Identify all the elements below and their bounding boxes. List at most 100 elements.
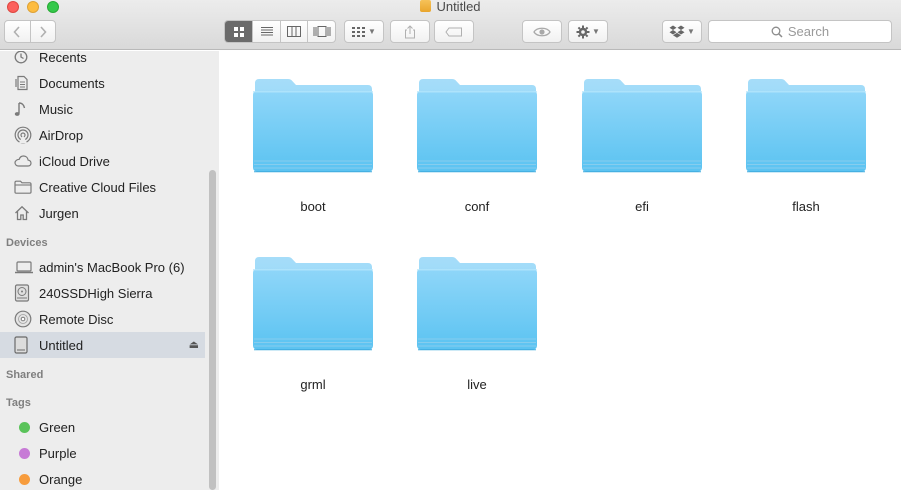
back-button[interactable] [5, 21, 30, 42]
navigation-buttons [4, 20, 56, 43]
sidebar-item-jurgen[interactable]: Jurgen [0, 200, 205, 226]
gallery-view-icon [313, 26, 331, 37]
sidebar-item-label: Documents [39, 75, 105, 91]
folder-item-flash[interactable]: flash [736, 77, 876, 214]
sidebar-item-label: AirDrop [39, 127, 84, 143]
tags-button[interactable] [434, 20, 474, 43]
folder-item-boot[interactable]: boot [243, 77, 383, 214]
tag-icon [445, 27, 462, 36]
sidebar-item-remote-disc[interactable]: Remote Disc [0, 306, 205, 332]
sidebar-item-label: Recents [39, 51, 87, 65]
purple-tag-dot-icon [14, 444, 34, 462]
sidebar-item-label: Green [39, 419, 76, 435]
folder-item-conf[interactable]: conf [407, 77, 547, 214]
gallery-view-button[interactable] [307, 21, 335, 42]
icon-view-button[interactable] [225, 21, 253, 42]
list-view-button[interactable] [252, 21, 280, 42]
folder-label: grml [300, 377, 326, 392]
folder-label: boot [300, 199, 326, 214]
laptop-icon [14, 258, 34, 276]
column-view-icon [287, 26, 302, 37]
folder-icon [14, 178, 34, 196]
folder-icon [581, 78, 703, 173]
clock-icon [14, 51, 34, 66]
search-icon [771, 26, 783, 38]
sidebar-item-label: Music [39, 101, 73, 117]
view-mode-buttons [224, 20, 336, 43]
share-button[interactable] [390, 20, 430, 43]
folder-icon [252, 256, 374, 351]
arrange-grid-icon [352, 26, 366, 37]
folder-icon [745, 78, 867, 173]
folder-label: efi [635, 199, 649, 214]
cloud-icon [14, 152, 34, 170]
folder-item-efi[interactable]: efi [572, 77, 712, 214]
sidebar-item-label: Remote Disc [39, 311, 114, 327]
home-icon [14, 204, 34, 222]
icon-view-icon [233, 26, 244, 37]
forward-button[interactable] [29, 21, 55, 42]
quick-look-button[interactable] [522, 20, 562, 43]
sidebar-item-label: Untitled [39, 337, 84, 353]
sidebar-item-tag-purple[interactable]: Purple [0, 440, 205, 466]
folder-label: conf [464, 199, 490, 214]
folder-label: live [467, 377, 487, 392]
folder-icon [252, 78, 374, 173]
document-icon [14, 74, 34, 92]
chevron-down-icon: ▼ [368, 27, 376, 36]
window-title-text: Untitled [436, 0, 481, 14]
eject-icon[interactable]: ⏏ [189, 338, 199, 351]
devices-heading: Devices [6, 237, 48, 249]
sidebar-item-label: 240SSDHigh Sierra [39, 285, 153, 301]
column-view-button[interactable] [279, 21, 308, 42]
arrange-button[interactable]: ▼ [344, 20, 384, 43]
folder-item-grml[interactable]: grml [243, 255, 383, 392]
sidebar-item-macbook-pro[interactable]: admin's MacBook Pro (6) [0, 254, 205, 280]
sidebar-item-icloud-drive[interactable]: iCloud Drive [0, 148, 205, 174]
tags-heading: Tags [6, 397, 31, 409]
chevron-down-icon: ▼ [687, 27, 695, 36]
shared-heading: Shared [6, 369, 44, 381]
sidebar-item-label: Orange [39, 471, 83, 487]
drive-icon [420, 0, 432, 12]
sidebar-item-tag-orange[interactable]: Orange [0, 466, 205, 490]
sidebar: Recents Documents Music AirDrop iCloud D… [0, 51, 219, 490]
orange-tag-dot-icon [14, 470, 34, 488]
dropbox-icon [669, 25, 685, 38]
sidebar-item-tag-green[interactable]: Green [0, 414, 205, 440]
search-field[interactable]: Search [708, 20, 892, 43]
hard-drive-icon [14, 284, 34, 302]
sidebar-scrollbar-thumb[interactable] [209, 170, 216, 490]
sidebar-item-label: Jurgen [39, 205, 79, 221]
sidebar-item-documents[interactable]: Documents [0, 70, 205, 96]
eye-icon [533, 27, 551, 36]
disc-icon [14, 310, 34, 328]
share-icon [405, 24, 415, 38]
airdrop-icon [14, 126, 34, 144]
sidebar-item-label: Creative Cloud Files [39, 179, 157, 195]
sidebar-item-music[interactable]: Music [0, 96, 205, 122]
sidebar-item-recents[interactable]: Recents [0, 51, 205, 70]
drive-icon [14, 336, 34, 354]
dropbox-button[interactable]: ▼ [662, 20, 702, 43]
music-note-icon [14, 100, 34, 118]
toolbar: Untitled ▼ ▼ ▼ Search [0, 0, 901, 50]
sidebar-item-label: iCloud Drive [39, 153, 110, 169]
file-browser-content: boot conf efi flash grml live [220, 51, 901, 490]
action-button[interactable]: ▼ [568, 20, 608, 43]
sidebar-item-creative-cloud-files[interactable]: Creative Cloud Files [0, 174, 205, 200]
folder-item-live[interactable]: live [407, 255, 547, 392]
chevron-right-icon [40, 25, 47, 38]
green-tag-dot-icon [14, 418, 34, 436]
search-placeholder: Search [787, 24, 830, 39]
window-title: Untitled [0, 0, 901, 14]
sidebar-item-label: Purple [39, 445, 77, 461]
chevron-down-icon: ▼ [592, 27, 600, 36]
sidebar-item-label: admin's MacBook Pro (6) [39, 259, 185, 275]
folder-icon [416, 78, 538, 173]
sidebar-item-airdrop[interactable]: AirDrop [0, 122, 205, 148]
folder-icon [416, 256, 538, 351]
sidebar-item-240ssd-high-sierra[interactable]: 240SSDHigh Sierra [0, 280, 205, 306]
sidebar-item-untitled[interactable]: Untitled ⏏ [0, 332, 205, 358]
folder-label: flash [792, 199, 820, 214]
